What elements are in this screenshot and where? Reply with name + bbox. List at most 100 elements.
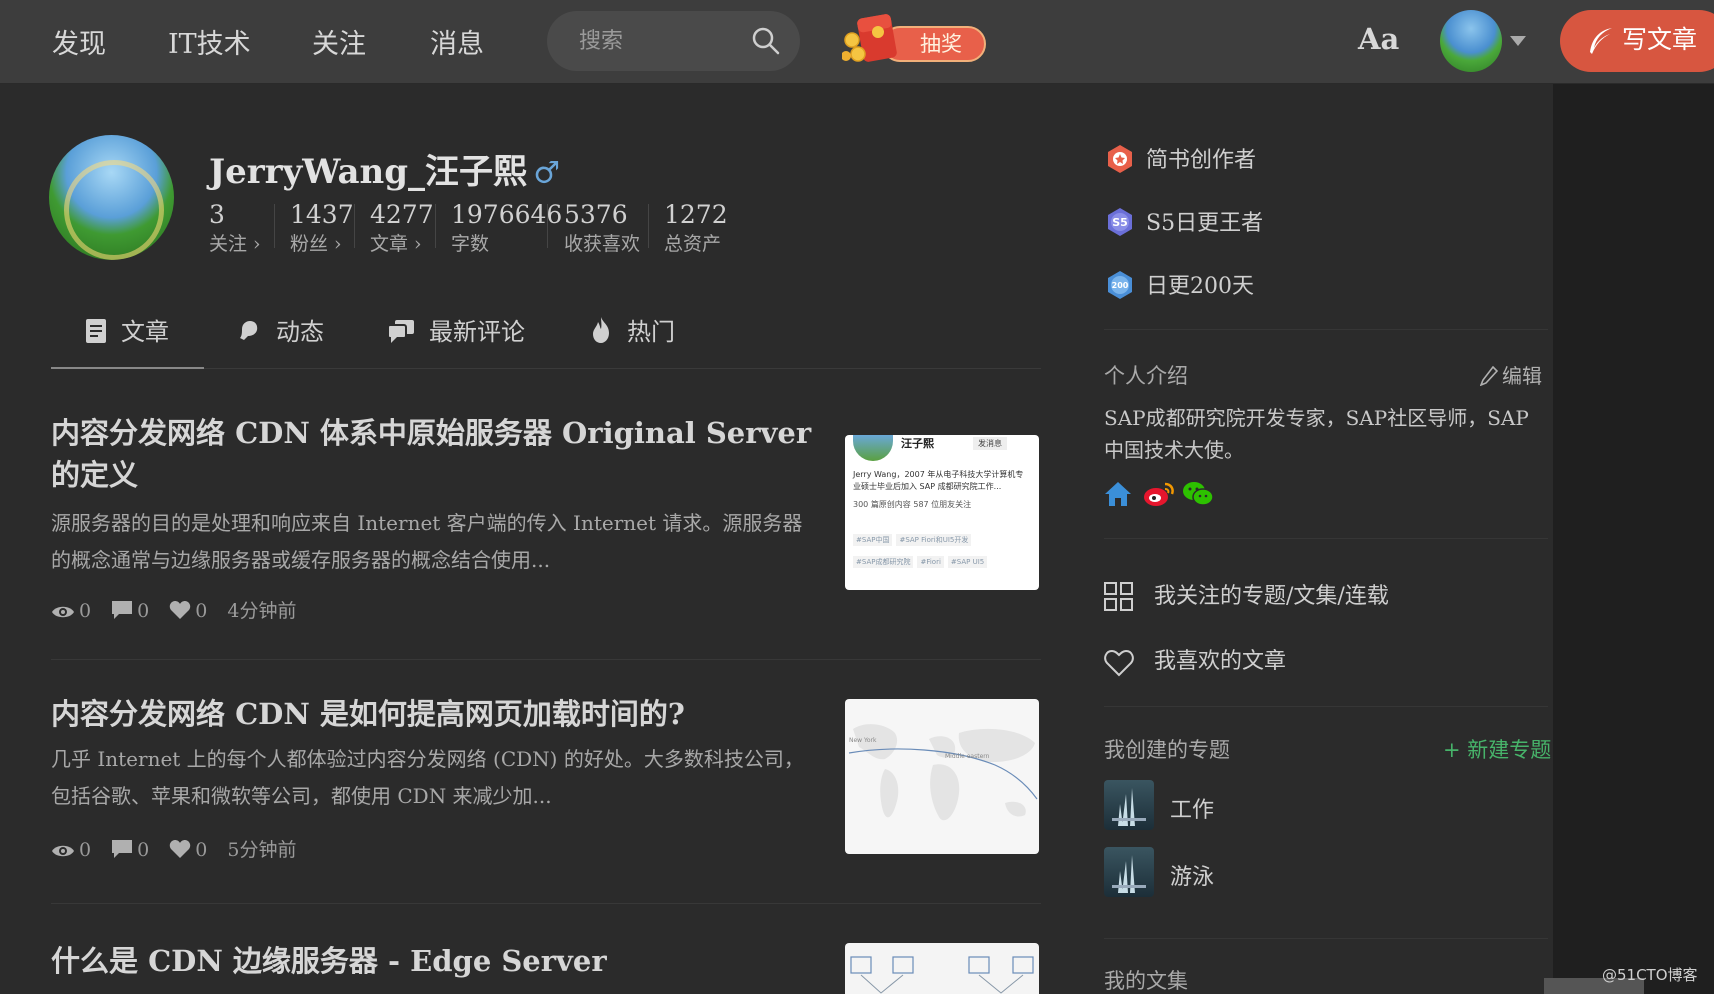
my-topics-title: 我创建的专题 [1104, 738, 1230, 762]
edit-label: 编辑 [1502, 364, 1542, 388]
followed-topics-label: 我关注的专题/文集/连载 [1154, 584, 1389, 609]
fire-icon [593, 317, 609, 343]
search-box [547, 11, 800, 71]
thumb-counts: 300 篇原创内容 587 位朋友关注 [853, 500, 972, 509]
user-avatar[interactable] [1440, 10, 1502, 72]
badge-200-days[interactable]: 200 日更200天 [1104, 268, 1254, 301]
search-icon[interactable] [751, 26, 781, 56]
homepage-icon[interactable] [1104, 480, 1132, 508]
view-count-value: 0 [79, 839, 92, 861]
nav-discover[interactable]: 发现 [52, 22, 106, 61]
stat-divider [274, 204, 275, 248]
write-article-label: 写文章 [1622, 25, 1698, 54]
stat-label: 粉丝 › [290, 233, 342, 255]
feather-pen-icon [1590, 28, 1612, 54]
badge-author[interactable]: 简书创作者 [1104, 142, 1256, 175]
tab-popular[interactable]: 热门 [589, 305, 675, 369]
pencil-icon [1479, 365, 1499, 387]
article-meta: 0 0 0 5分钟前 [51, 835, 311, 862]
stat-assets: 1272 总资产 [664, 200, 728, 256]
tab-activity[interactable]: 动态 [236, 305, 324, 369]
article-item: 什么是 CDN 边缘服务器 - Edge Server [51, 904, 1041, 994]
comment-count[interactable]: 0 [111, 839, 149, 861]
comment-icon [112, 601, 133, 619]
stat-label: 文章 › [370, 233, 422, 255]
topic-label[interactable]: 工作 [1170, 792, 1214, 824]
nav-follow[interactable]: 关注 [312, 22, 366, 61]
wechat-icon[interactable] [1182, 480, 1214, 508]
nav-messages[interactable]: 消息 [430, 22, 484, 61]
lottery-button[interactable]: 抽奖 [842, 14, 988, 66]
profile-name-text: JerryWang_汪子熙 [209, 152, 528, 192]
edit-intro-button[interactable]: 编辑 [1479, 360, 1542, 389]
like-count-value: 0 [195, 839, 208, 861]
stat-following[interactable]: 3 关注 › [209, 200, 261, 256]
stat-likes-received: 5376 收获喜欢 [564, 200, 640, 256]
like-count: 0 [169, 600, 207, 622]
document-icon [86, 319, 106, 343]
stat-label: 总资产 [664, 233, 722, 255]
article-title[interactable]: 内容分发网络 CDN 体系中原始服务器 Original Server 的定义 [51, 412, 821, 496]
write-article-button[interactable]: 写文章 [1560, 10, 1714, 72]
profile-avatar[interactable] [49, 135, 174, 260]
badge-s5[interactable]: S5 S5日更王者 [1104, 205, 1263, 238]
view-count: 0 [51, 600, 91, 622]
eye-icon [52, 606, 74, 618]
comment-count[interactable]: 0 [111, 600, 149, 622]
divider [1104, 706, 1548, 707]
divider [1104, 938, 1548, 939]
svg-text:S5: S5 [1112, 216, 1128, 229]
stat-divider [648, 204, 649, 248]
topic-label[interactable]: 游泳 [1170, 859, 1214, 891]
liked-articles-link[interactable]: 我喜欢的文章 [1104, 643, 1286, 677]
liked-articles-label: 我喜欢的文章 [1154, 649, 1287, 674]
article-thumbnail[interactable]: 汪子熙 发消息 Jerry Wang，2007 年从电子科技大学计算机专业硕士毕… [845, 435, 1039, 590]
topic-cover-image[interactable] [1104, 780, 1154, 830]
like-count-value: 0 [195, 600, 208, 622]
world-map-illustration [848, 724, 1038, 821]
tab-label: 热门 [627, 318, 675, 346]
topic-cover-image[interactable] [1104, 847, 1154, 897]
thumb-avatar [853, 435, 893, 461]
bell-icon [240, 321, 258, 340]
stat-value: 3 [209, 200, 225, 229]
intro-text: SAP成都研究院开发专家，SAP社区导师，SAP中国技术大使。 [1104, 406, 1529, 462]
article-thumbnail[interactable]: New York Middle eastern [845, 699, 1039, 854]
followed-topics-link[interactable]: 我关注的专题/文集/连载 [1104, 578, 1389, 612]
stat-value: 1437 [290, 200, 354, 229]
200-badge-icon: 200 [1108, 271, 1132, 299]
stat-label: 关注 › [209, 233, 261, 255]
author-badge-icon [1108, 145, 1132, 173]
chevron-down-icon[interactable] [1510, 36, 1526, 46]
s5-badge-icon: S5 [1108, 208, 1132, 236]
badge-label: 简书创作者 [1146, 148, 1257, 173]
stat-word-count: 1976646 字数 [451, 200, 562, 256]
stat-value: 5376 [564, 200, 628, 229]
grid-icon [1104, 582, 1133, 611]
article-title[interactable]: 内容分发网络 CDN 是如何提高网页加载时间的? [51, 693, 821, 735]
article-thumbnail[interactable] [845, 943, 1039, 994]
comments-icon [387, 320, 414, 343]
search-input[interactable] [579, 25, 749, 57]
stat-followers[interactable]: 1437 粉丝 › [290, 200, 354, 256]
thumb-tag: #SAP中国 [853, 534, 893, 546]
nav-it-tech[interactable]: IT技术 [168, 22, 251, 61]
article-time: 4分钟前 [227, 600, 297, 622]
article-title[interactable]: 什么是 CDN 边缘服务器 - Edge Server [51, 940, 821, 982]
heart-icon [170, 601, 191, 619]
tab-articles[interactable]: 文章 [51, 305, 204, 369]
comment-count-value: 0 [137, 839, 150, 861]
map-label: Middle eastern [945, 753, 990, 760]
badge-label: 日更200天 [1146, 274, 1254, 299]
divider [1104, 329, 1548, 330]
tab-latest-comments[interactable]: 最新评论 [387, 305, 525, 369]
intro-title: 个人介绍 [1104, 364, 1188, 388]
article-abstract: 源服务器的目的是处理和响应来自 Internet 客户端的传入 Internet… [51, 511, 803, 572]
heart-icon [170, 840, 191, 858]
profile-name: JerryWang_汪子熙 ♂ [209, 144, 560, 193]
font-toggle-button[interactable]: Aa [1358, 22, 1399, 56]
article-abstract: 几乎 Internet 上的每个人都体验过内容分发网络 (CDN) 的好处。大多… [51, 747, 804, 808]
new-topic-button[interactable]: + 新建专题 [1443, 734, 1551, 764]
stat-articles[interactable]: 4277 文章 › [370, 200, 434, 256]
weibo-icon[interactable] [1143, 480, 1175, 508]
